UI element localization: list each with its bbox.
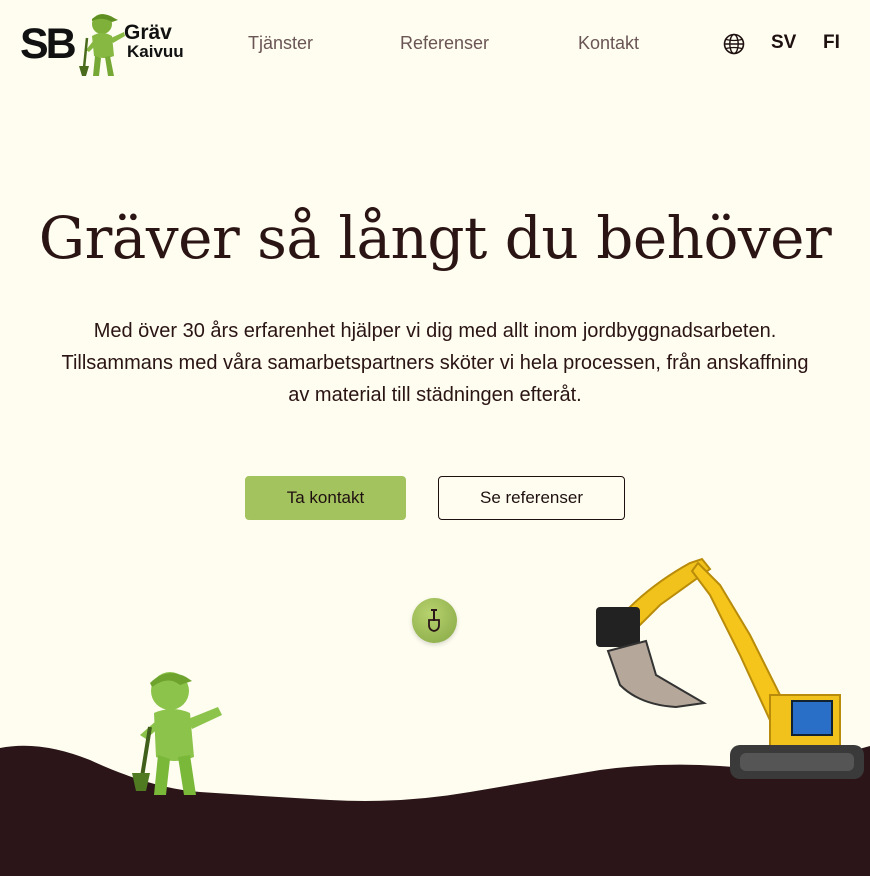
globe-icon[interactable] bbox=[723, 33, 745, 55]
logo-mark: SB bbox=[20, 20, 77, 68]
excavator-illustration bbox=[596, 557, 864, 779]
see-references-button[interactable]: Se referenser bbox=[438, 476, 625, 520]
mascot-logo-icon bbox=[79, 14, 125, 76]
language-option-fi[interactable]: FI bbox=[823, 32, 840, 54]
shovel-icon bbox=[428, 609, 440, 632]
site-header: SB Gräv Kaivuu Tjänster Referenser Konta… bbox=[0, 0, 870, 88]
nav-link-tjanster[interactable]: Tjänster bbox=[248, 32, 313, 54]
logo[interactable]: SB Gräv Kaivuu bbox=[20, 10, 190, 78]
nav-link-referenser[interactable]: Referenser bbox=[400, 32, 489, 54]
scroll-down-button[interactable] bbox=[412, 598, 457, 643]
nav-link-kontakt[interactable]: Kontakt bbox=[578, 32, 639, 54]
hero-lead: Med över 30 års erfarenhet hjälper vi di… bbox=[61, 320, 809, 406]
language-option-sv[interactable]: SV bbox=[771, 32, 796, 54]
contact-button[interactable]: Ta kontakt bbox=[245, 476, 406, 520]
logo-text-kaivuu: Kaivuu bbox=[127, 42, 184, 61]
hero-headline: Gräver så långt du behöver bbox=[38, 204, 832, 272]
logo-text-grav: Gräv bbox=[124, 21, 172, 44]
mascot-illustration bbox=[132, 672, 222, 795]
